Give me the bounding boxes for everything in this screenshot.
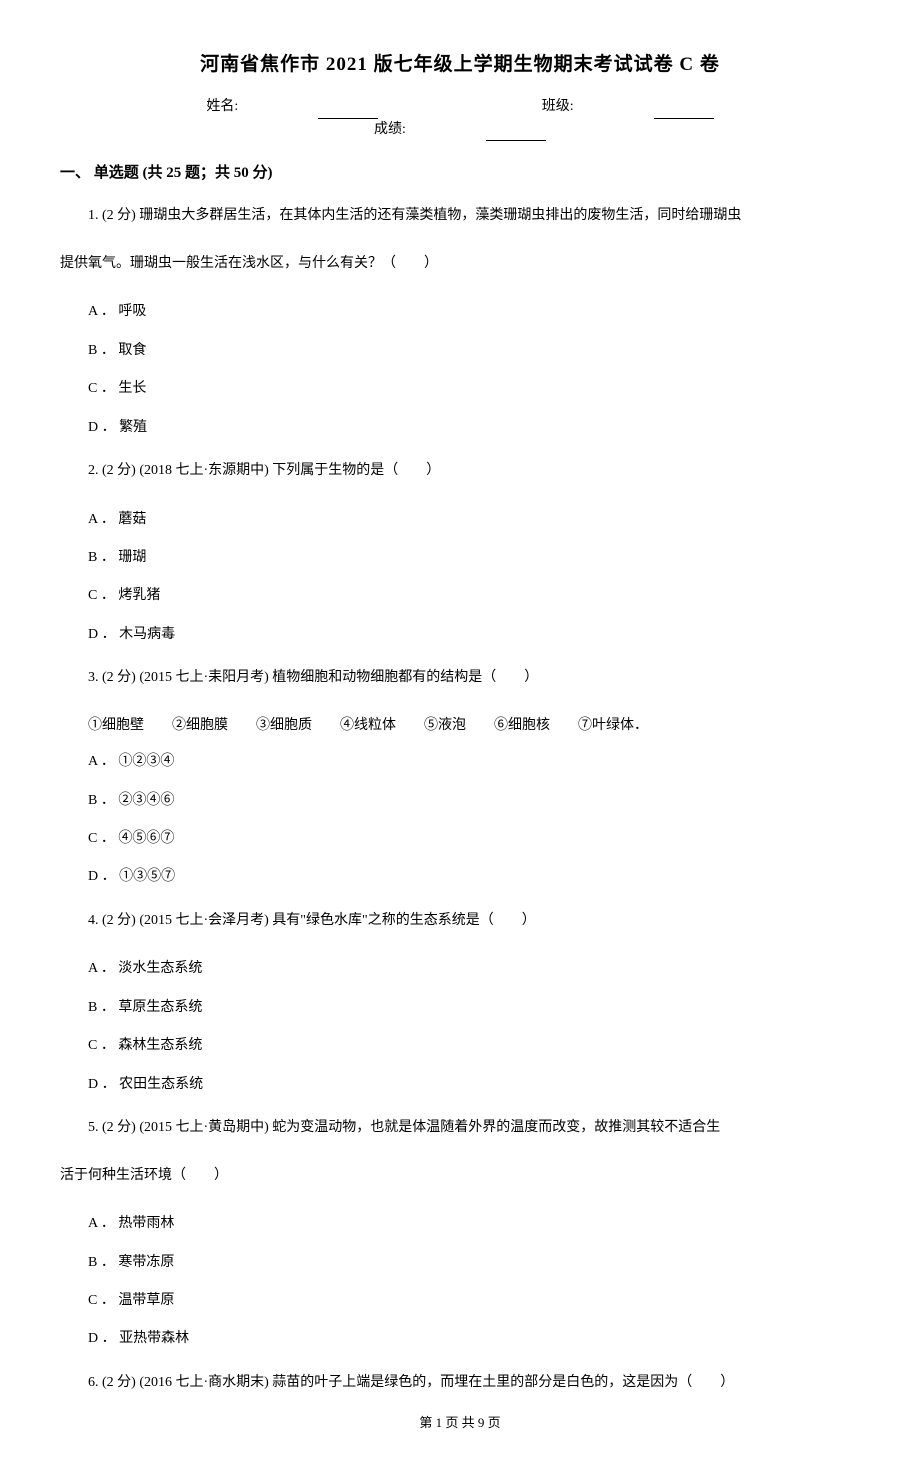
score-blank[interactable] <box>486 125 546 141</box>
question-2-stem: 2. (2 分) (2018 七上·东源期中) 下列属于生物的是（ ） <box>60 454 860 488</box>
question-4-stem: 4. (2 分) (2015 七上·会泽月考) 具有"绿色水库"之称的生态系统是… <box>60 904 860 938</box>
score-field: 成绩: <box>334 119 586 141</box>
question-2-option-b: B ． 珊瑚 <box>60 540 860 576</box>
name-field: 姓名: <box>166 96 418 118</box>
question-3-option-c: C ． ④⑤⑥⑦ <box>60 821 860 857</box>
class-blank[interactable] <box>654 103 714 119</box>
question-3-subline: ①细胞壁 ②细胞膜 ③细胞质 ④线粒体 ⑤液泡 ⑥细胞核 ⑦叶绿体． <box>60 709 860 743</box>
question-5-option-d: D ． 亚热带森林 <box>60 1321 860 1357</box>
section-header: 一、 单选题 (共 25 题；共 50 分) <box>60 161 860 185</box>
question-5-stem-line1: 5. (2 分) (2015 七上·黄岛期中) 蛇为变温动物，也就是体温随着外界… <box>60 1111 860 1145</box>
question-5-option-b: B ． 寒带冻原 <box>60 1245 860 1281</box>
question-6-stem: 6. (2 分) (2016 七上·商水期末) 蒜苗的叶子上端是绿色的，而埋在土… <box>60 1366 860 1400</box>
page-footer: 第 1 页 共 9 页 <box>60 1413 860 1434</box>
question-1-option-b: B ． 取食 <box>60 333 860 369</box>
student-info-row: 姓名: 班级: 成绩: <box>60 96 860 141</box>
question-3-option-a: A ． ①②③④ <box>60 744 860 780</box>
question-4-option-a: A ． 淡水生态系统 <box>60 951 860 987</box>
class-field: 班级: <box>502 96 754 118</box>
question-2-option-d: D ． 木马病毒 <box>60 617 860 653</box>
question-1-option-c: C ． 生长 <box>60 371 860 407</box>
question-1-option-a: A ． 呼吸 <box>60 294 860 330</box>
page-title: 河南省焦作市 2021 版七年级上学期生物期末考试试卷 C 卷 <box>60 50 860 80</box>
question-4-option-b: B ． 草原生态系统 <box>60 990 860 1026</box>
question-4-option-d: D ． 农田生态系统 <box>60 1067 860 1103</box>
question-3-option-d: D ． ①③⑤⑦ <box>60 859 860 895</box>
question-1-stem-line1: 1. (2 分) 珊瑚虫大多群居生活，在其体内生活的还有藻类植物，藻类珊瑚虫排出… <box>60 199 860 233</box>
question-3-option-b: B ． ②③④⑥ <box>60 783 860 819</box>
question-1-option-d: D ． 繁殖 <box>60 410 860 446</box>
question-5-option-c: C ． 温带草原 <box>60 1283 860 1319</box>
question-2-option-c: C ． 烤乳猪 <box>60 578 860 614</box>
question-1-stem-line2: 提供氧气。珊瑚虫一般生活在浅水区，与什么有关？（ ） <box>60 247 860 281</box>
question-4-option-c: C ． 森林生态系统 <box>60 1028 860 1064</box>
question-3-stem: 3. (2 分) (2015 七上·耒阳月考) 植物细胞和动物细胞都有的结构是（… <box>60 661 860 695</box>
question-2-option-a: A ． 蘑菇 <box>60 502 860 538</box>
question-5-option-a: A ． 热带雨林 <box>60 1206 860 1242</box>
name-blank[interactable] <box>318 103 378 119</box>
question-5-stem-line2: 活于何种生活环境（ ） <box>60 1159 860 1193</box>
